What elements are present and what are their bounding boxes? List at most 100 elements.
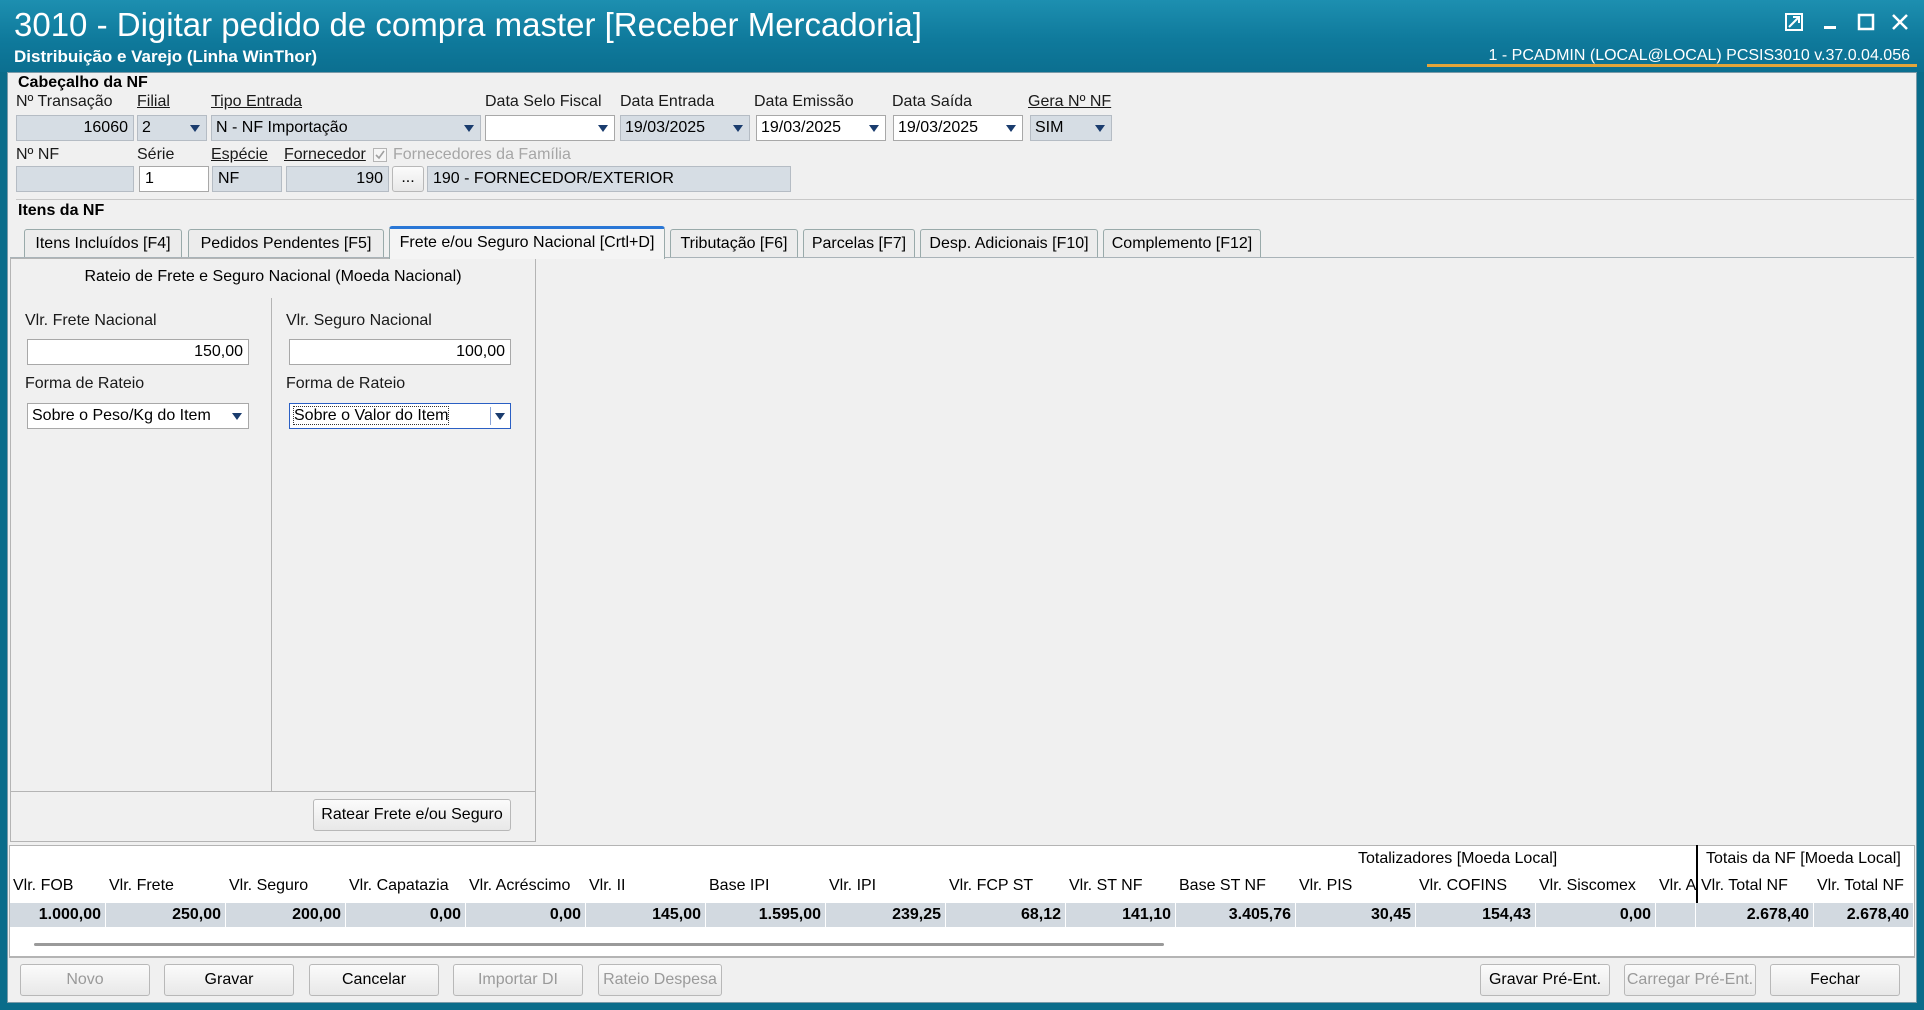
user-info: 1 - PCADMIN (LOCAL@LOCAL) PCSIS3010 v.37… xyxy=(1488,47,1910,64)
gera-nf-select[interactable]: SIM xyxy=(1030,115,1112,141)
totals-header-cell: Vlr. IPI xyxy=(829,877,877,894)
filial-value: 2 xyxy=(142,119,151,136)
tab-itens-incluidos[interactable]: Itens Incluídos [F4] xyxy=(24,229,182,257)
frete-forma-value: Sobre o Peso/Kg do Item xyxy=(32,407,211,424)
filial-select[interactable]: 2 xyxy=(137,115,207,141)
totals-value-cell: 154,43 xyxy=(1416,903,1536,927)
data-saida-field[interactable]: 19/03/2025 xyxy=(893,115,1023,141)
totals-value-cell: 239,25 xyxy=(826,903,946,927)
frete-label: Vlr. Frete Nacional xyxy=(25,312,157,329)
transacao-field[interactable]: 16060 xyxy=(16,115,134,141)
data-emissao-label: Data Emissão xyxy=(754,93,854,110)
totals-value-cell: 0,00 xyxy=(466,903,586,927)
totals-header-cell: Vlr. ST NF xyxy=(1069,877,1143,894)
chevron-down-icon[interactable] xyxy=(1002,119,1020,137)
horizontal-scrollbar[interactable] xyxy=(34,943,1164,946)
filial-label: Filial xyxy=(137,93,170,110)
tab-pedidos-pendentes[interactable]: Pedidos Pendentes [F5] xyxy=(188,229,384,257)
totals-header-cell: Vlr. Acréscimo xyxy=(469,877,571,894)
num-nf-field[interactable] xyxy=(16,166,134,192)
restore-size-icon[interactable] xyxy=(1776,8,1812,38)
tipo-entrada-label: Tipo Entrada xyxy=(211,93,303,110)
data-emissao-field[interactable]: 19/03/2025 xyxy=(756,115,886,141)
seguro-label: Vlr. Seguro Nacional xyxy=(286,312,432,329)
ratear-button[interactable]: Ratear Frete e/ou Seguro xyxy=(313,799,511,831)
chevron-down-icon[interactable] xyxy=(865,119,883,137)
window-subtitle: Distribuição e Varejo (Linha WinThor) xyxy=(14,47,318,66)
carregar-pre-button[interactable]: Carregar Pré-Ent. xyxy=(1624,964,1756,996)
tab-tributacao[interactable]: Tributação [F6] xyxy=(670,229,798,257)
tab-parcelas[interactable]: Parcelas [F7] xyxy=(803,229,915,257)
tab-frete-seguro[interactable]: Frete e/ou Seguro Nacional [Crtl+D] xyxy=(389,226,665,259)
gera-nf-value: SIM xyxy=(1035,119,1064,136)
totals-header-cell: Vlr. Capatazia xyxy=(349,877,449,894)
gravar-pre-button[interactable]: Gravar Pré-Ent. xyxy=(1480,964,1610,996)
rateio-title: Rateio de Frete e Seguro Nacional (Moeda… xyxy=(84,268,462,285)
seguro-forma-value: Sobre o Valor do Item xyxy=(292,406,450,425)
seguro-forma-select[interactable]: Sobre o Valor do Item xyxy=(289,403,511,429)
totals-value-cell xyxy=(1656,903,1696,927)
seguro-forma-label: Forma de Rateio xyxy=(286,375,406,392)
totals-header-cell: Vlr. II xyxy=(589,877,626,894)
close-icon[interactable] xyxy=(1882,8,1918,38)
totals-header-cell: Vlr. Frete xyxy=(109,877,174,894)
totals-header-cell: Base IPI xyxy=(709,877,770,894)
chevron-down-icon[interactable] xyxy=(490,407,508,425)
gravar-button[interactable]: Gravar xyxy=(164,964,294,996)
novo-button[interactable]: Novo xyxy=(20,964,150,996)
data-saida-label: Data Saída xyxy=(892,93,973,110)
serie-field[interactable]: 1 xyxy=(139,166,209,192)
totals-value-cell: 1.000,00 xyxy=(10,903,106,927)
especie-field[interactable]: NF xyxy=(212,166,282,192)
chevron-down-icon[interactable] xyxy=(1091,119,1109,137)
totals-value-cell: 145,00 xyxy=(586,903,706,927)
cancelar-button[interactable]: Cancelar xyxy=(309,964,439,996)
check-icon xyxy=(375,150,385,160)
chevron-down-icon[interactable] xyxy=(186,119,204,137)
totals-header-cell: Vlr. PIS xyxy=(1299,877,1353,894)
chevron-down-icon[interactable] xyxy=(228,407,246,425)
data-saida-value: 19/03/2025 xyxy=(898,119,979,136)
transacao-label: Nº Transação xyxy=(16,93,113,110)
chevron-down-icon[interactable] xyxy=(729,119,747,137)
rateio-despesa-button[interactable]: Rateio Despesa xyxy=(598,964,722,996)
window-title: 3010 - Digitar pedido de compra master [… xyxy=(14,6,922,43)
totals-value-cell: 0,00 xyxy=(346,903,466,927)
totals-value-cell: 0,00 xyxy=(1536,903,1656,927)
totals-header-cell: Vlr. Siscomex xyxy=(1539,877,1636,894)
frete-forma-select[interactable]: Sobre o Peso/Kg do Item xyxy=(27,403,249,429)
footer-divider xyxy=(9,957,1915,958)
frete-forma-label: Forma de Rateio xyxy=(25,375,145,392)
fornecedor-code-field[interactable]: 190 xyxy=(286,166,389,192)
nf-total-value-cell: 2.678,40 xyxy=(1814,903,1914,927)
accent-line xyxy=(1427,64,1917,67)
fornecedores-familia-label: Fornecedores da Família xyxy=(393,146,571,163)
frete-field[interactable]: 150,00 xyxy=(27,339,249,365)
tipo-entrada-value: N - NF Importação xyxy=(216,119,348,136)
fornecedor-search-button[interactable]: ... xyxy=(392,166,424,192)
tab-desp-adicionais[interactable]: Desp. Adicionais [F10] xyxy=(920,229,1098,257)
chevron-down-icon[interactable] xyxy=(460,119,478,137)
data-entrada-value: 19/03/2025 xyxy=(625,119,706,136)
fornecedor-name-field[interactable]: 190 - FORNECEDOR/EXTERIOR xyxy=(427,166,791,192)
items-group-label: Itens da NF xyxy=(18,202,105,219)
seguro-field[interactable]: 100,00 xyxy=(289,339,511,365)
data-entrada-label: Data Entrada xyxy=(620,93,715,110)
tipo-entrada-select[interactable]: N - NF Importação xyxy=(211,115,481,141)
totals-group-local: Totalizadores [Moeda Local] xyxy=(1358,850,1558,867)
data-selo-label: Data Selo Fiscal xyxy=(485,93,602,110)
maximize-icon[interactable] xyxy=(1848,8,1884,38)
header-group-label: Cabeçalho da NF xyxy=(18,74,148,91)
totals-header-cell: Vlr. FOB xyxy=(13,877,74,894)
especie-label: Espécie xyxy=(211,146,268,163)
importar-di-button[interactable]: Importar DI xyxy=(453,964,583,996)
tab-complemento[interactable]: Complemento [F12] xyxy=(1103,229,1261,257)
data-entrada-field[interactable]: 19/03/2025 xyxy=(620,115,750,141)
totals-value-cell: 68,12 xyxy=(946,903,1066,927)
minimize-icon[interactable] xyxy=(1812,8,1848,38)
chevron-down-icon[interactable] xyxy=(594,119,612,137)
fornecedores-familia-checkbox[interactable] xyxy=(373,148,387,162)
data-selo-field[interactable] xyxy=(485,115,615,141)
fechar-button[interactable]: Fechar xyxy=(1770,964,1900,996)
totals-header-cell: Vlr. A xyxy=(1659,877,1696,894)
